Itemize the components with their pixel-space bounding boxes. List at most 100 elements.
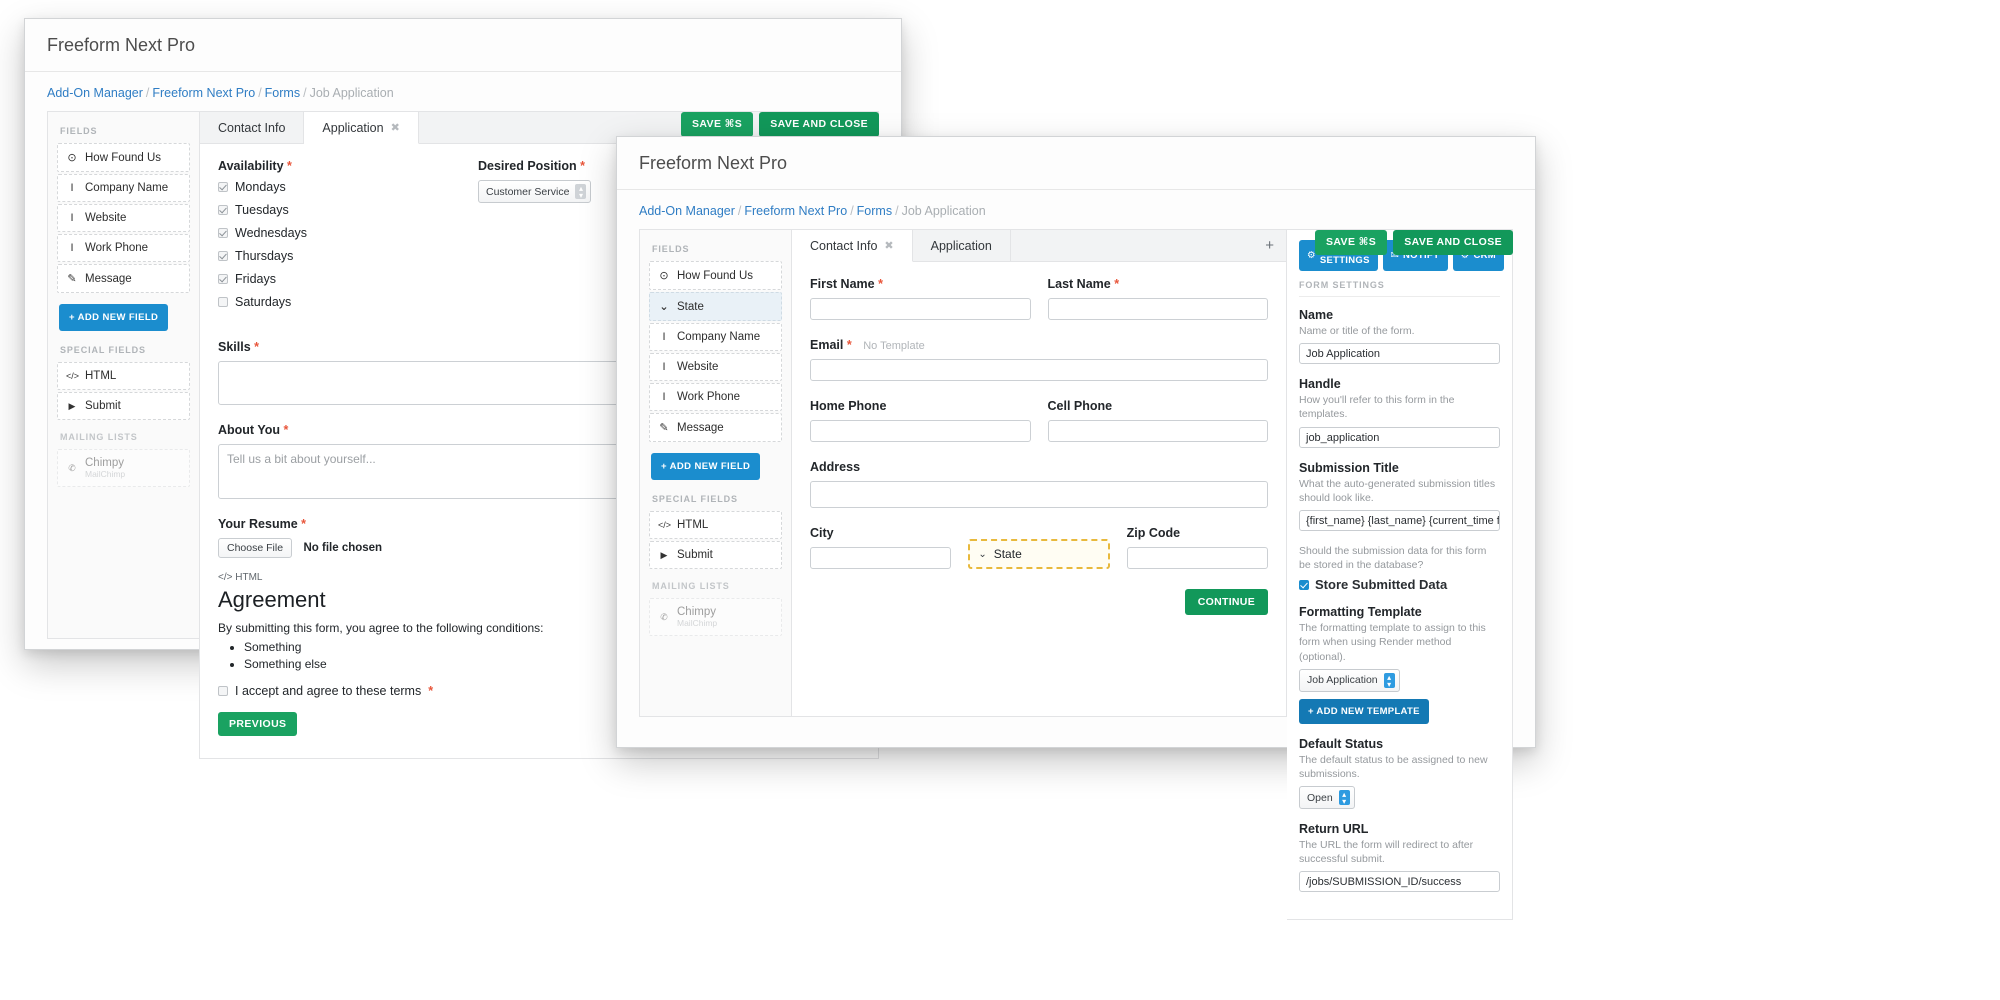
return-url-input[interactable]: /jobs/SUBMISSION_ID/success xyxy=(1299,871,1500,893)
mailing-list-item-chimpy[interactable]: ✆ Chimpy MailChimp xyxy=(649,598,782,637)
availability-option-tuesdays[interactable]: Tuesdays xyxy=(218,203,438,217)
last-name-input[interactable] xyxy=(1047,298,1268,320)
breadcrumb-item-addon-manager[interactable]: Add-On Manager xyxy=(639,204,735,218)
code-icon: </> xyxy=(66,371,80,381)
field-item-state[interactable]: ⌄ State xyxy=(649,292,782,321)
checkbox-icon[interactable] xyxy=(218,297,228,307)
add-new-field-button[interactable]: + ADD NEW FIELD xyxy=(651,453,761,480)
tab-application[interactable]: Application ✖ xyxy=(304,112,419,144)
availability-option-wednesdays[interactable]: Wednesdays xyxy=(218,226,438,240)
state-select[interactable]: ⌄ State xyxy=(968,539,1110,569)
special-field-item-html[interactable]: </> HTML xyxy=(57,362,190,390)
add-new-field-button[interactable]: + ADD NEW FIELD xyxy=(59,304,169,331)
field-item-work-phone[interactable]: I Work Phone xyxy=(649,383,782,411)
availability-option-mondays[interactable]: Mondays xyxy=(218,180,438,194)
checkbox-icon[interactable] xyxy=(218,205,228,215)
field-item-company-name[interactable]: I Company Name xyxy=(57,174,190,202)
select-value: Customer Service xyxy=(486,185,570,198)
formatting-template-select[interactable]: Job Application ▴ ▾ xyxy=(1299,668,1400,692)
chevron-updown-icon[interactable]: ▴ ▾ xyxy=(1338,790,1350,806)
breadcrumb-sep: / xyxy=(895,204,899,218)
checkbox-icon[interactable] xyxy=(218,228,228,238)
field-item-work-phone[interactable]: I Work Phone xyxy=(57,234,190,262)
setting-label: Formatting Template xyxy=(1299,605,1422,620)
setting-label: Return URL xyxy=(1299,822,1369,837)
chevron-updown-icon[interactable]: ▴ ▾ xyxy=(1383,672,1395,688)
email-input[interactable] xyxy=(810,359,1268,381)
plus-icon[interactable]: + xyxy=(1265,237,1274,254)
tab-application[interactable]: Application xyxy=(912,230,1011,261)
checkbox-icon[interactable] xyxy=(218,182,228,192)
submission-title-input[interactable]: {first_name} {last_name} {current_time f… xyxy=(1299,509,1500,531)
first-name-group: First Name * xyxy=(810,277,1031,320)
save-and-close-button[interactable]: SAVE AND CLOSE xyxy=(1393,230,1513,255)
field-item-label: Company Name xyxy=(85,182,169,194)
cell-phone-input[interactable] xyxy=(1047,420,1268,442)
field-item-website[interactable]: I Website xyxy=(57,204,190,232)
field-item-company-name[interactable]: I Company Name xyxy=(649,323,782,351)
tab-contact-info[interactable]: Contact Info xyxy=(200,112,305,143)
email-no-template-note: No Template xyxy=(863,340,925,352)
field-item-how-found-us[interactable]: ⊙ How Found Us xyxy=(57,143,190,172)
address-input[interactable] xyxy=(810,481,1268,508)
chevron-down-icon: ⌄ xyxy=(659,301,669,313)
zip-input[interactable] xyxy=(1126,547,1268,569)
no-file-chosen-text: No file chosen xyxy=(303,542,383,554)
zip-label: Zip Code xyxy=(1126,526,1181,540)
checkbox-icon[interactable] xyxy=(1299,579,1309,590)
field-item-message[interactable]: ✎ Message xyxy=(649,413,782,442)
availability-option-fridays[interactable]: Fridays xyxy=(218,272,438,286)
breadcrumb-item-forms[interactable]: Forms xyxy=(265,86,300,100)
field-item-label: Message xyxy=(677,421,724,434)
city-input[interactable] xyxy=(810,547,952,569)
state-group: ⌄ State xyxy=(968,539,1110,569)
desired-position-select[interactable]: Customer Service ▴ ▾ xyxy=(478,180,592,203)
address-label: Address xyxy=(810,460,861,474)
breadcrumb-item-freeform[interactable]: Freeform Next Pro xyxy=(152,86,255,100)
setting-return-url: Return URL The URL the form will redirec… xyxy=(1299,822,1500,893)
save-button[interactable]: SAVE ⌘S xyxy=(1314,230,1388,255)
mailing-list-item-label: Chimpy xyxy=(677,606,716,618)
special-field-item-submit[interactable]: ▶ Submit xyxy=(57,392,190,420)
store-submitted-data-row[interactable]: Store Submitted Data xyxy=(1299,577,1500,592)
play-icon: ▶ xyxy=(660,549,668,560)
email-group: Email * No Template xyxy=(810,338,1268,381)
special-field-item-html[interactable]: </> HTML xyxy=(649,511,782,539)
mailing-list-item-chimpy[interactable]: ✆ Chimpy MailChimp xyxy=(57,449,190,488)
availability-option-saturdays[interactable]: Saturdays xyxy=(218,295,438,309)
close-icon[interactable]: ✖ xyxy=(391,121,400,134)
default-status-select[interactable]: Open ▴ ▾ xyxy=(1299,786,1355,810)
continue-button[interactable]: CONTINUE xyxy=(1184,589,1268,615)
accept-terms-label: I accept and agree to these terms xyxy=(235,683,422,698)
option-label: Saturdays xyxy=(235,295,292,309)
breadcrumb-item-addon-manager[interactable]: Add-On Manager xyxy=(47,86,143,100)
field-item-website[interactable]: I Website xyxy=(649,353,782,381)
field-item-message[interactable]: ✎ Message xyxy=(57,264,190,293)
close-icon[interactable]: ✖ xyxy=(884,239,893,252)
first-name-label: First Name * xyxy=(810,277,1031,291)
availability-label-text: Availability xyxy=(218,159,284,173)
checkbox-icon[interactable] xyxy=(218,251,228,261)
chevron-updown-icon[interactable]: ▴ ▾ xyxy=(575,184,587,200)
breadcrumb-item-forms[interactable]: Forms xyxy=(857,204,892,218)
tab-label: Contact Info xyxy=(810,238,878,253)
breadcrumb-item-freeform[interactable]: Freeform Next Pro xyxy=(744,204,847,218)
form-builder-panel: Contact Info ✖ Application + First Name … xyxy=(791,229,1287,717)
save-bar: SAVE ⌘S SAVE AND CLOSE xyxy=(1314,230,1513,255)
previous-button[interactable]: PREVIOUS xyxy=(218,711,298,737)
select-value: Job Application xyxy=(1307,674,1378,687)
availability-option-thursdays[interactable]: Thursdays xyxy=(218,249,438,263)
home-phone-input[interactable] xyxy=(810,420,1031,442)
tab-contact-info[interactable]: Contact Info ✖ xyxy=(792,230,913,262)
field-item-how-found-us[interactable]: ⊙ How Found Us xyxy=(649,261,782,290)
special-field-item-submit[interactable]: ▶ Submit xyxy=(649,541,782,569)
checkbox-icon[interactable] xyxy=(218,685,228,696)
textarea-icon: ✎ xyxy=(67,273,77,285)
add-new-template-button[interactable]: + ADD NEW TEMPLATE xyxy=(1299,698,1429,724)
first-name-input[interactable] xyxy=(810,298,1031,320)
checkbox-icon[interactable] xyxy=(218,274,228,284)
choose-file-button[interactable]: Choose File xyxy=(218,538,293,558)
special-field-item-label: Submit xyxy=(85,400,121,412)
handle-input[interactable]: job_application xyxy=(1299,426,1500,448)
name-input[interactable]: Job Application xyxy=(1299,343,1500,365)
